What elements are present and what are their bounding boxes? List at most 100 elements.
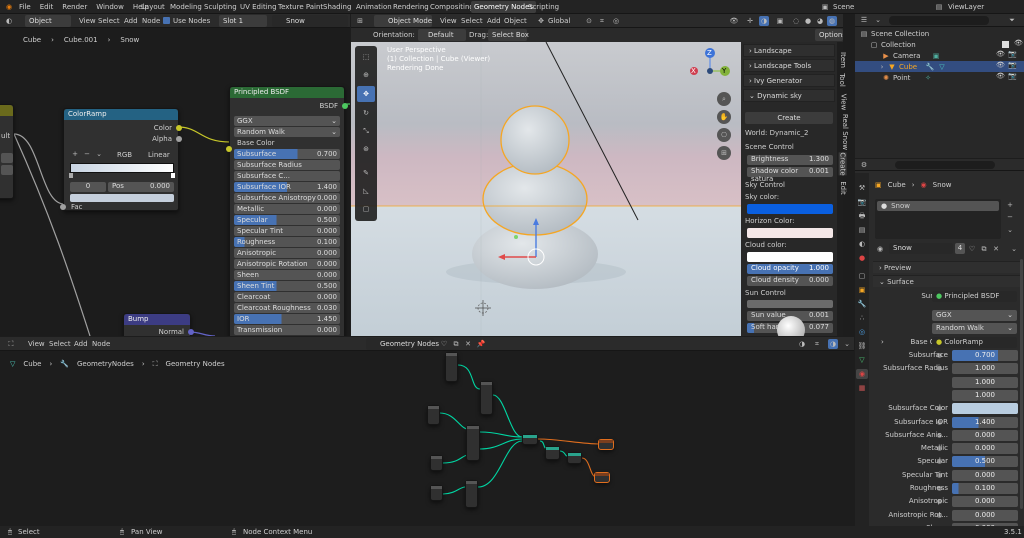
viewport[interactable]: ⊞ Object Mode View Select Add Object ✥ G… bbox=[351, 14, 843, 336]
bsdf-row[interactable]: Clearcoat Roughness 0.030 bbox=[234, 303, 340, 313]
browse-list-icon[interactable]: ⌄ bbox=[1009, 244, 1019, 254]
bsdf-row[interactable]: Specular 0.500 bbox=[234, 215, 340, 225]
bsdf-distribution[interactable]: GGX ⌄ bbox=[234, 116, 340, 126]
viewport-menu-add[interactable]: Add bbox=[487, 17, 501, 25]
panel-dynamic-sky[interactable]: ⌄ Dynamic sky bbox=[743, 89, 835, 102]
drag-dropdown[interactable]: Select Box bbox=[488, 29, 529, 41]
funnel-icon[interactable]: ⏷ bbox=[1007, 15, 1017, 25]
cloud-color-swatch[interactable] bbox=[747, 252, 833, 262]
bsdf-row[interactable]: IOR 1.450 bbox=[234, 314, 340, 324]
transform-tool-icon[interactable]: ⊛ bbox=[361, 144, 371, 154]
blender-logo-icon[interactable]: ◉ bbox=[4, 2, 14, 12]
geo-node[interactable] bbox=[427, 405, 440, 425]
geo-node[interactable] bbox=[466, 425, 480, 461]
sky-color-swatch[interactable] bbox=[747, 204, 833, 214]
tab-view[interactable]: View bbox=[839, 94, 847, 111]
menu-render[interactable]: Render bbox=[62, 3, 87, 11]
tab-compositing[interactable]: Compositing bbox=[430, 3, 474, 11]
geo-viewer-node[interactable] bbox=[594, 472, 610, 483]
eye-icon[interactable]: 👁 bbox=[996, 72, 1005, 80]
outliner-scene-collection[interactable]: ▤ Scene Collection bbox=[855, 28, 1024, 39]
gizmo-toggle-icon[interactable]: ✛ bbox=[745, 16, 755, 26]
panel-ivy-generator[interactable]: › Ivy Generator bbox=[743, 74, 835, 87]
checkbox-icon[interactable] bbox=[1002, 41, 1009, 48]
expand-icon[interactable]: › bbox=[877, 62, 887, 72]
principled-bsdf-node[interactable]: Principled BSDF BSDF GGX ⌄ Random Walk ⌄ B… bbox=[226, 86, 348, 336]
surface-shader-field[interactable]: ● Principled BSDF bbox=[932, 291, 1017, 302]
particles-tab-icon[interactable]: ∴ bbox=[857, 313, 867, 323]
eye-icon[interactable]: 👁 bbox=[996, 50, 1005, 58]
tab-modeling[interactable]: Modeling bbox=[170, 3, 202, 11]
shading-solid-icon[interactable]: ● bbox=[803, 16, 813, 26]
partial-node-field[interactable] bbox=[1, 153, 13, 163]
shadow-color-field[interactable]: Shadow color satura 0.001 bbox=[747, 167, 833, 183]
panel-landscape[interactable]: › Landscape bbox=[743, 44, 835, 57]
outliner-editor-icon[interactable]: ☰ bbox=[859, 15, 869, 25]
unlink-icon[interactable]: ✕ bbox=[991, 244, 1001, 254]
tab-item[interactable]: Item bbox=[839, 52, 847, 68]
tab-shading[interactable]: Shading bbox=[323, 3, 351, 11]
geo-node[interactable] bbox=[545, 446, 560, 460]
object-mode-dropdown[interactable]: Object Mode bbox=[374, 15, 432, 27]
bsdf-row[interactable]: Roughness 0.100 bbox=[234, 237, 340, 247]
props-base-color-field[interactable]: ● ColorRamp bbox=[932, 337, 1017, 348]
ortho-grid-icon[interactable]: ⊞ bbox=[717, 146, 731, 160]
tab-sculpting[interactable]: Sculpting bbox=[204, 3, 237, 11]
output-tab-icon[interactable]: 🖶 bbox=[857, 211, 867, 221]
shader-editor[interactable]: ◐ Object View Select Add Node Use Nodes … bbox=[0, 14, 350, 336]
bsdf-row[interactable]: Anisotropic 0.000 bbox=[234, 248, 340, 258]
colorramp-node[interactable]: ColorRamp Color Alpha + − ⌄ RGB Linear 0… bbox=[60, 108, 182, 211]
menu-file[interactable]: File bbox=[19, 3, 31, 11]
scene-name[interactable]: Scene bbox=[833, 3, 854, 11]
tab-uv-editing[interactable]: UV Editing bbox=[240, 3, 277, 11]
colorramp-index[interactable]: 0 bbox=[70, 182, 106, 192]
partial-node-field[interactable] bbox=[1, 165, 13, 175]
scene-tab-icon[interactable]: ◐ bbox=[857, 239, 867, 249]
add-stop-icon[interactable]: + bbox=[70, 149, 80, 159]
tab-real-snow[interactable]: Real Snow bbox=[841, 114, 849, 150]
shading-wire-icon[interactable]: ◌ bbox=[791, 16, 801, 26]
menu-window[interactable]: Window bbox=[96, 3, 124, 11]
bump-node[interactable]: Bump Normal bbox=[123, 313, 194, 336]
bump-normal-socket[interactable] bbox=[188, 329, 194, 335]
viewport-menu-object[interactable]: Object bbox=[504, 17, 527, 25]
collection-tab-icon[interactable]: ▢ bbox=[857, 271, 867, 281]
xray-icon[interactable]: ▣ bbox=[775, 16, 785, 26]
viewport-menu-view[interactable]: View bbox=[440, 17, 457, 25]
dropdown-chevron-icon[interactable]: ⌄ bbox=[94, 149, 104, 159]
material-slot-list[interactable]: ● Snow bbox=[875, 199, 1001, 239]
menu-edit[interactable]: Edit bbox=[40, 3, 54, 11]
material-browse-icon[interactable]: ◉ bbox=[875, 244, 885, 254]
remove-slot-icon[interactable]: − bbox=[1005, 212, 1015, 222]
select-box-tool-icon[interactable]: ⬚ bbox=[361, 52, 371, 62]
move-tool-icon[interactable]: ✥ bbox=[357, 86, 375, 102]
props-row-value[interactable]: 0.000 bbox=[952, 429, 1018, 441]
colorramp-stop-color[interactable] bbox=[70, 194, 174, 202]
props-row-value[interactable]: 1.000 bbox=[952, 389, 1018, 401]
outliner-cube[interactable]: › ▼ Cube 🔧 ▽ 👁 📷 bbox=[855, 61, 1024, 72]
props-sss-dropdown[interactable]: Random Walk ⌄ bbox=[932, 323, 1017, 334]
geonodes-graph[interactable] bbox=[0, 337, 854, 526]
props-row-value[interactable]: 0.500 bbox=[952, 456, 1018, 468]
bsdf-row[interactable]: Subsurface Radius bbox=[234, 160, 340, 170]
props-row-value[interactable]: 0.000 bbox=[952, 443, 1018, 455]
bsdf-base-color[interactable]: Base Color bbox=[234, 138, 340, 148]
rotate-tool-icon[interactable]: ↻ bbox=[361, 108, 371, 118]
shading-rendered-icon[interactable]: ◍ bbox=[827, 16, 837, 26]
bsdf-row[interactable]: Subsurface IOR 1.400 bbox=[234, 182, 340, 192]
props-row-value[interactable]: 1.400 bbox=[952, 416, 1018, 428]
props-row-value[interactable]: 0.700 bbox=[952, 350, 1018, 361]
viewport-scene[interactable] bbox=[351, 42, 741, 336]
preview-panel-header[interactable]: › Preview bbox=[873, 261, 1023, 273]
partial-node[interactable]: ult bbox=[0, 104, 14, 199]
geo-node[interactable] bbox=[430, 485, 443, 501]
bsdf-row[interactable]: Subsurface Anisotropy 0.000 bbox=[234, 193, 340, 203]
bsdf-row[interactable]: Sheen Tint 0.500 bbox=[234, 281, 340, 291]
shading-material-icon[interactable]: ◕ bbox=[815, 16, 825, 26]
remove-stop-icon[interactable]: − bbox=[82, 149, 92, 159]
cloud-opacity-field[interactable]: Cloud opacity 1.000 bbox=[747, 264, 833, 274]
colorramp-color-socket[interactable] bbox=[176, 125, 182, 131]
panel-landscape-tools[interactable]: › Landscape Tools bbox=[743, 59, 835, 72]
props-distribution-dropdown[interactable]: GGX ⌄ bbox=[932, 310, 1017, 321]
tab-rendering[interactable]: Rendering bbox=[393, 3, 429, 11]
